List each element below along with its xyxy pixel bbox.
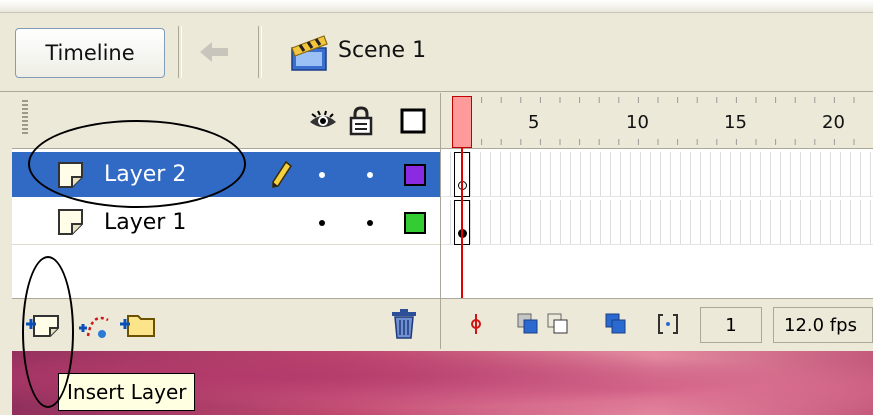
layer-name[interactable]: Layer 1 [104,210,186,235]
layer-color-swatch[interactable] [404,212,426,234]
ruler-label: 20 [822,112,845,133]
playhead-line [461,148,463,298]
scene-label[interactable]: Scene 1 [338,38,426,63]
visibility-dot[interactable] [319,172,325,178]
layer-toolbar [12,298,440,351]
edit-multiple-frames-icon[interactable] [604,312,628,336]
frame-rate-field[interactable]: 12.0 fps [773,307,873,343]
lock-dot[interactable] [367,220,373,226]
eye-icon[interactable] [308,106,338,136]
playhead[interactable] [452,96,472,148]
onion-skin-icon[interactable] [516,312,540,336]
onion-skin-outlines-icon[interactable] [546,312,570,336]
layer-icon [56,206,86,238]
ruler-label: 10 [626,112,649,133]
toolbar-separator [258,26,262,78]
back-arrow-icon[interactable] [194,34,234,70]
annotation-ellipse [22,256,74,408]
add-motion-guide-icon[interactable] [78,310,116,340]
outline-icon[interactable] [398,106,428,136]
lock-dot[interactable] [367,172,373,178]
insert-folder-icon[interactable] [118,308,158,340]
center-frame-icon[interactable] [464,312,488,336]
modify-onion-markers-icon[interactable] [656,312,680,336]
frame-row-layer-2[interactable] [441,152,873,197]
pencil-icon [268,160,294,190]
current-frame-field: 1 [700,307,762,343]
visibility-dot[interactable] [319,220,325,226]
ruler-label: 5 [528,112,540,133]
insert-layer-tooltip: Insert Layer [58,373,196,411]
lock-icon[interactable] [346,106,376,136]
clapperboard-icon [288,30,332,74]
trash-icon[interactable] [390,308,418,340]
layer-color-swatch[interactable] [404,164,426,186]
frame-row-layer-1[interactable] [441,200,873,245]
toolbar-separator [178,26,182,78]
stage-border [0,351,12,415]
timeline-button[interactable]: Timeline [15,28,165,78]
panel-grip[interactable] [22,100,28,134]
ruler-ticks [461,97,855,145]
window-top-edge [0,0,873,13]
ruler-label: 15 [724,112,747,133]
annotation-ellipse [28,120,246,208]
